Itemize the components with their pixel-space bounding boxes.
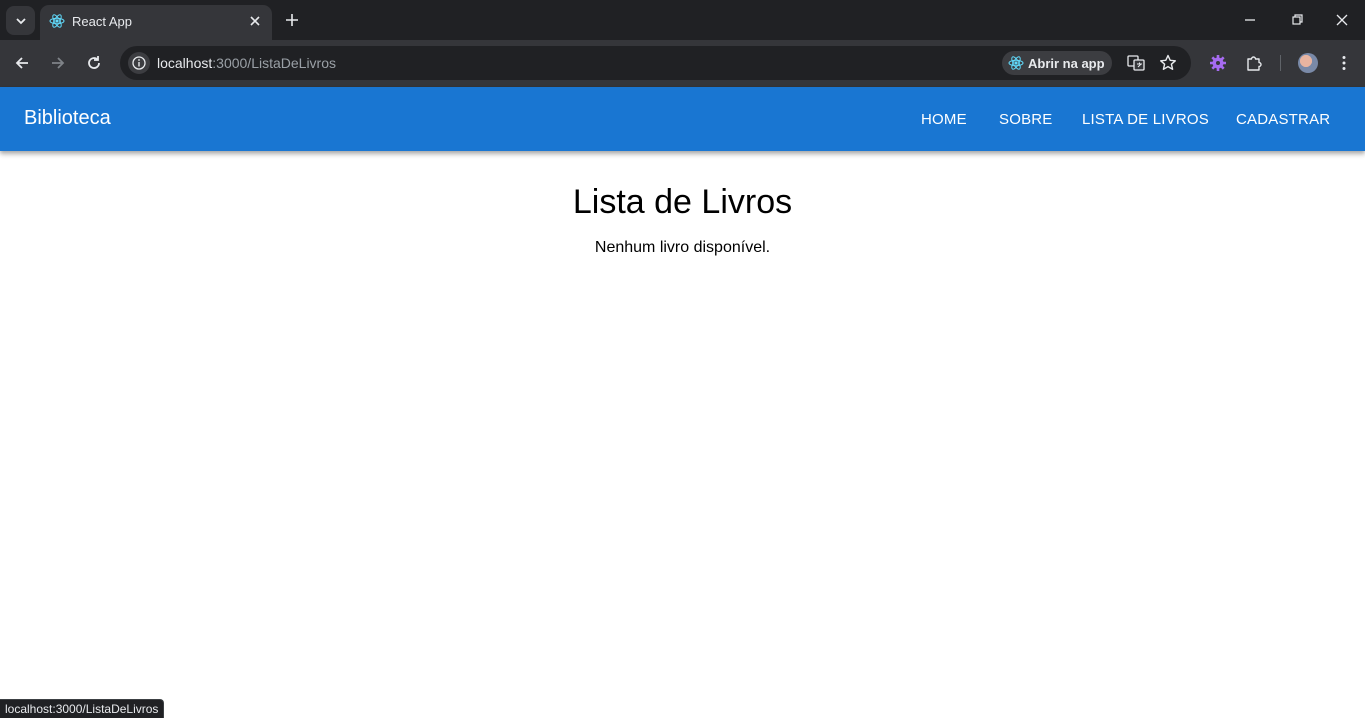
- react-icon: [1008, 56, 1024, 70]
- app-brand[interactable]: Biblioteca: [24, 107, 111, 130]
- back-icon[interactable]: [12, 53, 32, 73]
- open-in-app-label: Abrir na app: [1028, 56, 1105, 71]
- close-window-icon[interactable]: [1333, 11, 1351, 29]
- profile-avatar[interactable]: [1298, 53, 1318, 73]
- nav-link-sobre[interactable]: SOBRE: [999, 111, 1053, 128]
- tab-search-button[interactable]: [6, 6, 35, 35]
- toolbar-divider: [1280, 55, 1281, 71]
- url-text: localhost:3000/ListaDeLivros: [157, 55, 336, 71]
- forward-icon[interactable]: [48, 53, 68, 73]
- tab-title: React App: [72, 14, 132, 29]
- bookmark-star-icon[interactable]: [1158, 53, 1178, 73]
- site-info-button[interactable]: [128, 52, 150, 74]
- open-in-app-button[interactable]: Abrir na app: [1002, 51, 1112, 75]
- nav-link-lista-de-livros[interactable]: LISTA DE LIVROS: [1082, 111, 1209, 128]
- nav-link-home[interactable]: HOME: [921, 111, 967, 128]
- minimize-icon[interactable]: [1241, 11, 1259, 29]
- restore-icon[interactable]: [1288, 11, 1306, 29]
- extensions-puzzle-icon[interactable]: [1244, 53, 1264, 73]
- app-bar: Biblioteca HOME SOBRE LISTA DE LIVROS CA…: [0, 87, 1365, 151]
- info-icon: [132, 56, 146, 70]
- url-host: localhost: [157, 55, 213, 71]
- link-status-bar: localhost:3000/ListaDeLivros: [0, 699, 165, 718]
- close-icon[interactable]: [247, 13, 263, 29]
- empty-list-message: Nenhum livro disponível.: [594, 239, 771, 256]
- nav-link-cadastrar[interactable]: CADASTRAR: [1236, 111, 1330, 128]
- translate-icon[interactable]: [1126, 53, 1146, 73]
- browser-toolbar: localhost:3000/ListaDeLivros Abrir na ap…: [0, 40, 1365, 87]
- tab-strip: React App: [0, 0, 1365, 40]
- page-title: Lista de Livros: [572, 183, 793, 221]
- new-tab-icon[interactable]: [283, 11, 301, 29]
- extension-gear-icon[interactable]: [1208, 53, 1228, 73]
- chevron-down-icon: [15, 17, 26, 24]
- url-path: :3000/ListaDeLivros: [212, 55, 337, 71]
- reload-icon[interactable]: [84, 53, 104, 73]
- menu-kebab-icon[interactable]: [1334, 53, 1354, 73]
- address-bar[interactable]: localhost:3000/ListaDeLivros Abrir na ap…: [120, 46, 1191, 80]
- browser-tab[interactable]: React App: [40, 5, 272, 40]
- react-icon: [49, 14, 65, 28]
